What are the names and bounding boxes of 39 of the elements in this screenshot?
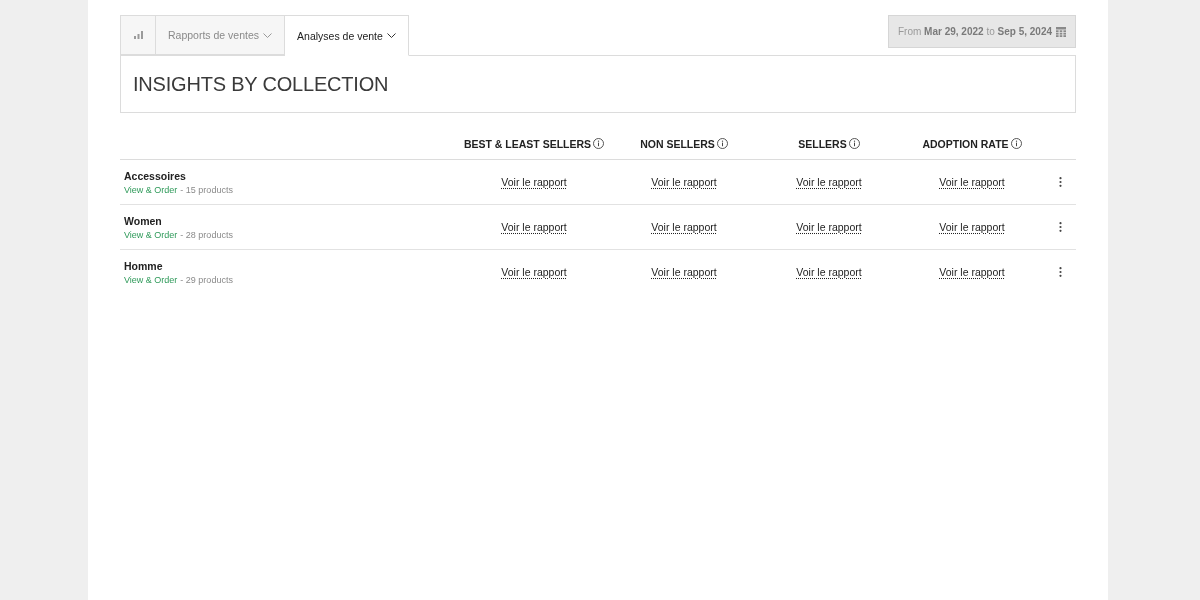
report-link[interactable]: Voir le rapport [501, 221, 567, 233]
info-icon[interactable] [593, 138, 605, 149]
calendar-icon [1056, 26, 1066, 37]
column-header: NON SELLERS [640, 137, 715, 150]
report-link[interactable]: Voir le rapport [796, 176, 862, 188]
bar-chart-icon [133, 31, 143, 39]
column-header: BEST & LEAST SELLERS [463, 137, 592, 150]
kebab-menu-icon[interactable] [1058, 222, 1062, 232]
tab[interactable]: Analyses de vente [285, 15, 409, 56]
report-link[interactable]: Voir le rapport [939, 266, 1005, 278]
view-order-link[interactable]: View & Order [124, 229, 178, 240]
report-link[interactable]: Voir le rapport [796, 266, 862, 278]
caret-icon [386, 33, 396, 38]
info-icon[interactable] [716, 138, 728, 149]
view-order-link[interactable]: View & Order [124, 184, 178, 195]
view-order-link[interactable]: View & Order [124, 274, 178, 285]
report-link[interactable]: Voir le rapport [796, 221, 862, 233]
report-link[interactable]: Voir le rapport [651, 176, 717, 188]
collection-name: Women [124, 214, 162, 227]
product-count: - 29 products [180, 274, 233, 285]
column-header: SELLERS [798, 137, 847, 150]
collection-name: Homme [124, 259, 163, 272]
column-header: ADOPTION RATE [922, 137, 1009, 150]
panel-title: INSIGHTS BY COLLECTION [133, 72, 389, 96]
report-link[interactable]: Voir le rapport [501, 266, 567, 278]
info-icon[interactable] [848, 138, 860, 149]
report-link[interactable]: Voir le rapport [939, 221, 1005, 233]
caret-icon [263, 32, 273, 38]
product-count: - 15 products [180, 184, 233, 195]
report-link[interactable]: Voir le rapport [651, 221, 717, 233]
collection-name: Accessoires [124, 169, 186, 182]
kebab-menu-icon[interactable] [1058, 267, 1062, 277]
date-range-button[interactable]: From Mar 29, 2022 to Sep 5, 2024 [888, 15, 1076, 48]
info-icon[interactable] [1010, 138, 1022, 149]
kebab-menu-icon[interactable] [1058, 177, 1062, 187]
product-count: - 28 products [180, 229, 233, 240]
report-link[interactable]: Voir le rapport [501, 176, 567, 188]
report-link[interactable]: Voir le rapport [939, 176, 1005, 188]
report-link[interactable]: Voir le rapport [651, 266, 717, 278]
